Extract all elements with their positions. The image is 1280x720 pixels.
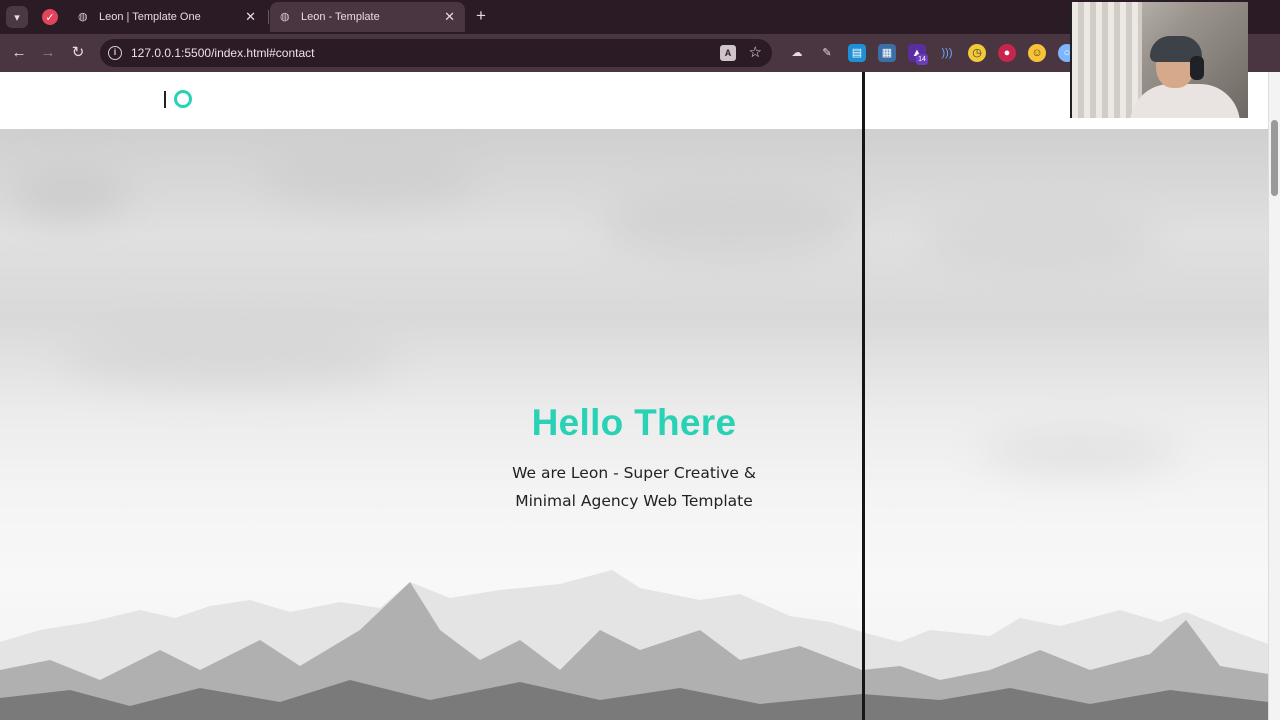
extension-badge: 14: [916, 54, 928, 65]
mountain-range-image: [0, 570, 1268, 720]
logo-bar-icon: [164, 90, 166, 108]
close-icon[interactable]: ✕: [245, 9, 256, 25]
webcam-curtain: [1072, 2, 1142, 118]
tab-search-button[interactable]: ▾: [6, 6, 28, 28]
tab-divider: [268, 10, 269, 24]
cloud-shape: [260, 149, 480, 209]
hero-section: Hello There We are Leon - Super Creative…: [0, 129, 1268, 720]
page-scrollbar[interactable]: [1268, 72, 1280, 720]
translate-icon[interactable]: A: [720, 45, 736, 61]
hero-subtitle-line1: We are Leon - Super Creative &: [512, 464, 756, 482]
calendar-extension-icon[interactable]: ▦: [878, 44, 896, 62]
window-split-divider: [862, 72, 865, 720]
cloud-extension-icon[interactable]: ☁: [788, 44, 806, 62]
scrollbar-thumb[interactable]: [1271, 120, 1278, 196]
emoji-extension-icon[interactable]: ☺: [1028, 44, 1046, 62]
record-extension-icon[interactable]: ●: [998, 44, 1016, 62]
back-button[interactable]: ←: [8, 42, 30, 64]
pinned-tab-icon[interactable]: ✓: [42, 9, 58, 25]
page-viewport: Hello There We are Leon - Super Creative…: [0, 72, 1280, 720]
clock-extension-icon[interactable]: ◷: [968, 44, 986, 62]
address-bar[interactable]: i 127.0.0.1:5500/index.html#contact A ☆: [100, 39, 772, 67]
tab-leon-template[interactable]: ◍ Leon - Template ✕: [270, 2, 465, 32]
site-info-icon[interactable]: i: [108, 46, 122, 60]
reload-button[interactable]: ↻: [67, 42, 89, 64]
globe-icon: ◍: [280, 10, 290, 23]
new-tab-button[interactable]: +: [472, 7, 490, 25]
audio-extension-icon[interactable]: ))): [938, 44, 956, 62]
hero-subtitle: We are Leon - Super Creative & Minimal A…: [480, 459, 788, 515]
webcam-person-body: [1130, 84, 1240, 118]
cloud-shape: [920, 209, 1160, 269]
headphone-icon: [1190, 56, 1204, 80]
hero-subtitle-line2: Minimal Agency Web Template: [515, 492, 753, 510]
close-icon[interactable]: ✕: [444, 9, 455, 25]
eyedropper-extension-icon[interactable]: ✎: [818, 44, 836, 62]
bookmark-star-icon[interactable]: ☆: [749, 43, 762, 61]
logo-ring-icon: [174, 90, 192, 108]
webcam-overlay: [1070, 2, 1248, 118]
globe-icon: ◍: [78, 10, 88, 23]
tab-title: Leon | Template One: [99, 11, 201, 23]
site-logo[interactable]: [164, 90, 192, 108]
hero-title: Hello There: [531, 402, 737, 443]
tab-leon-template-one[interactable]: ◍ Leon | Template One ✕: [68, 2, 266, 32]
cloud-shape: [600, 189, 860, 259]
cloud-shape: [60, 329, 400, 389]
cloud-shape: [10, 169, 130, 219]
url-text[interactable]: 127.0.0.1:5500/index.html#contact: [131, 46, 314, 60]
tab-title: Leon - Template: [301, 11, 380, 23]
forward-button[interactable]: →: [37, 42, 59, 64]
ai-extension-icon[interactable]: ▤: [848, 44, 866, 62]
cloud-shape: [980, 429, 1180, 479]
